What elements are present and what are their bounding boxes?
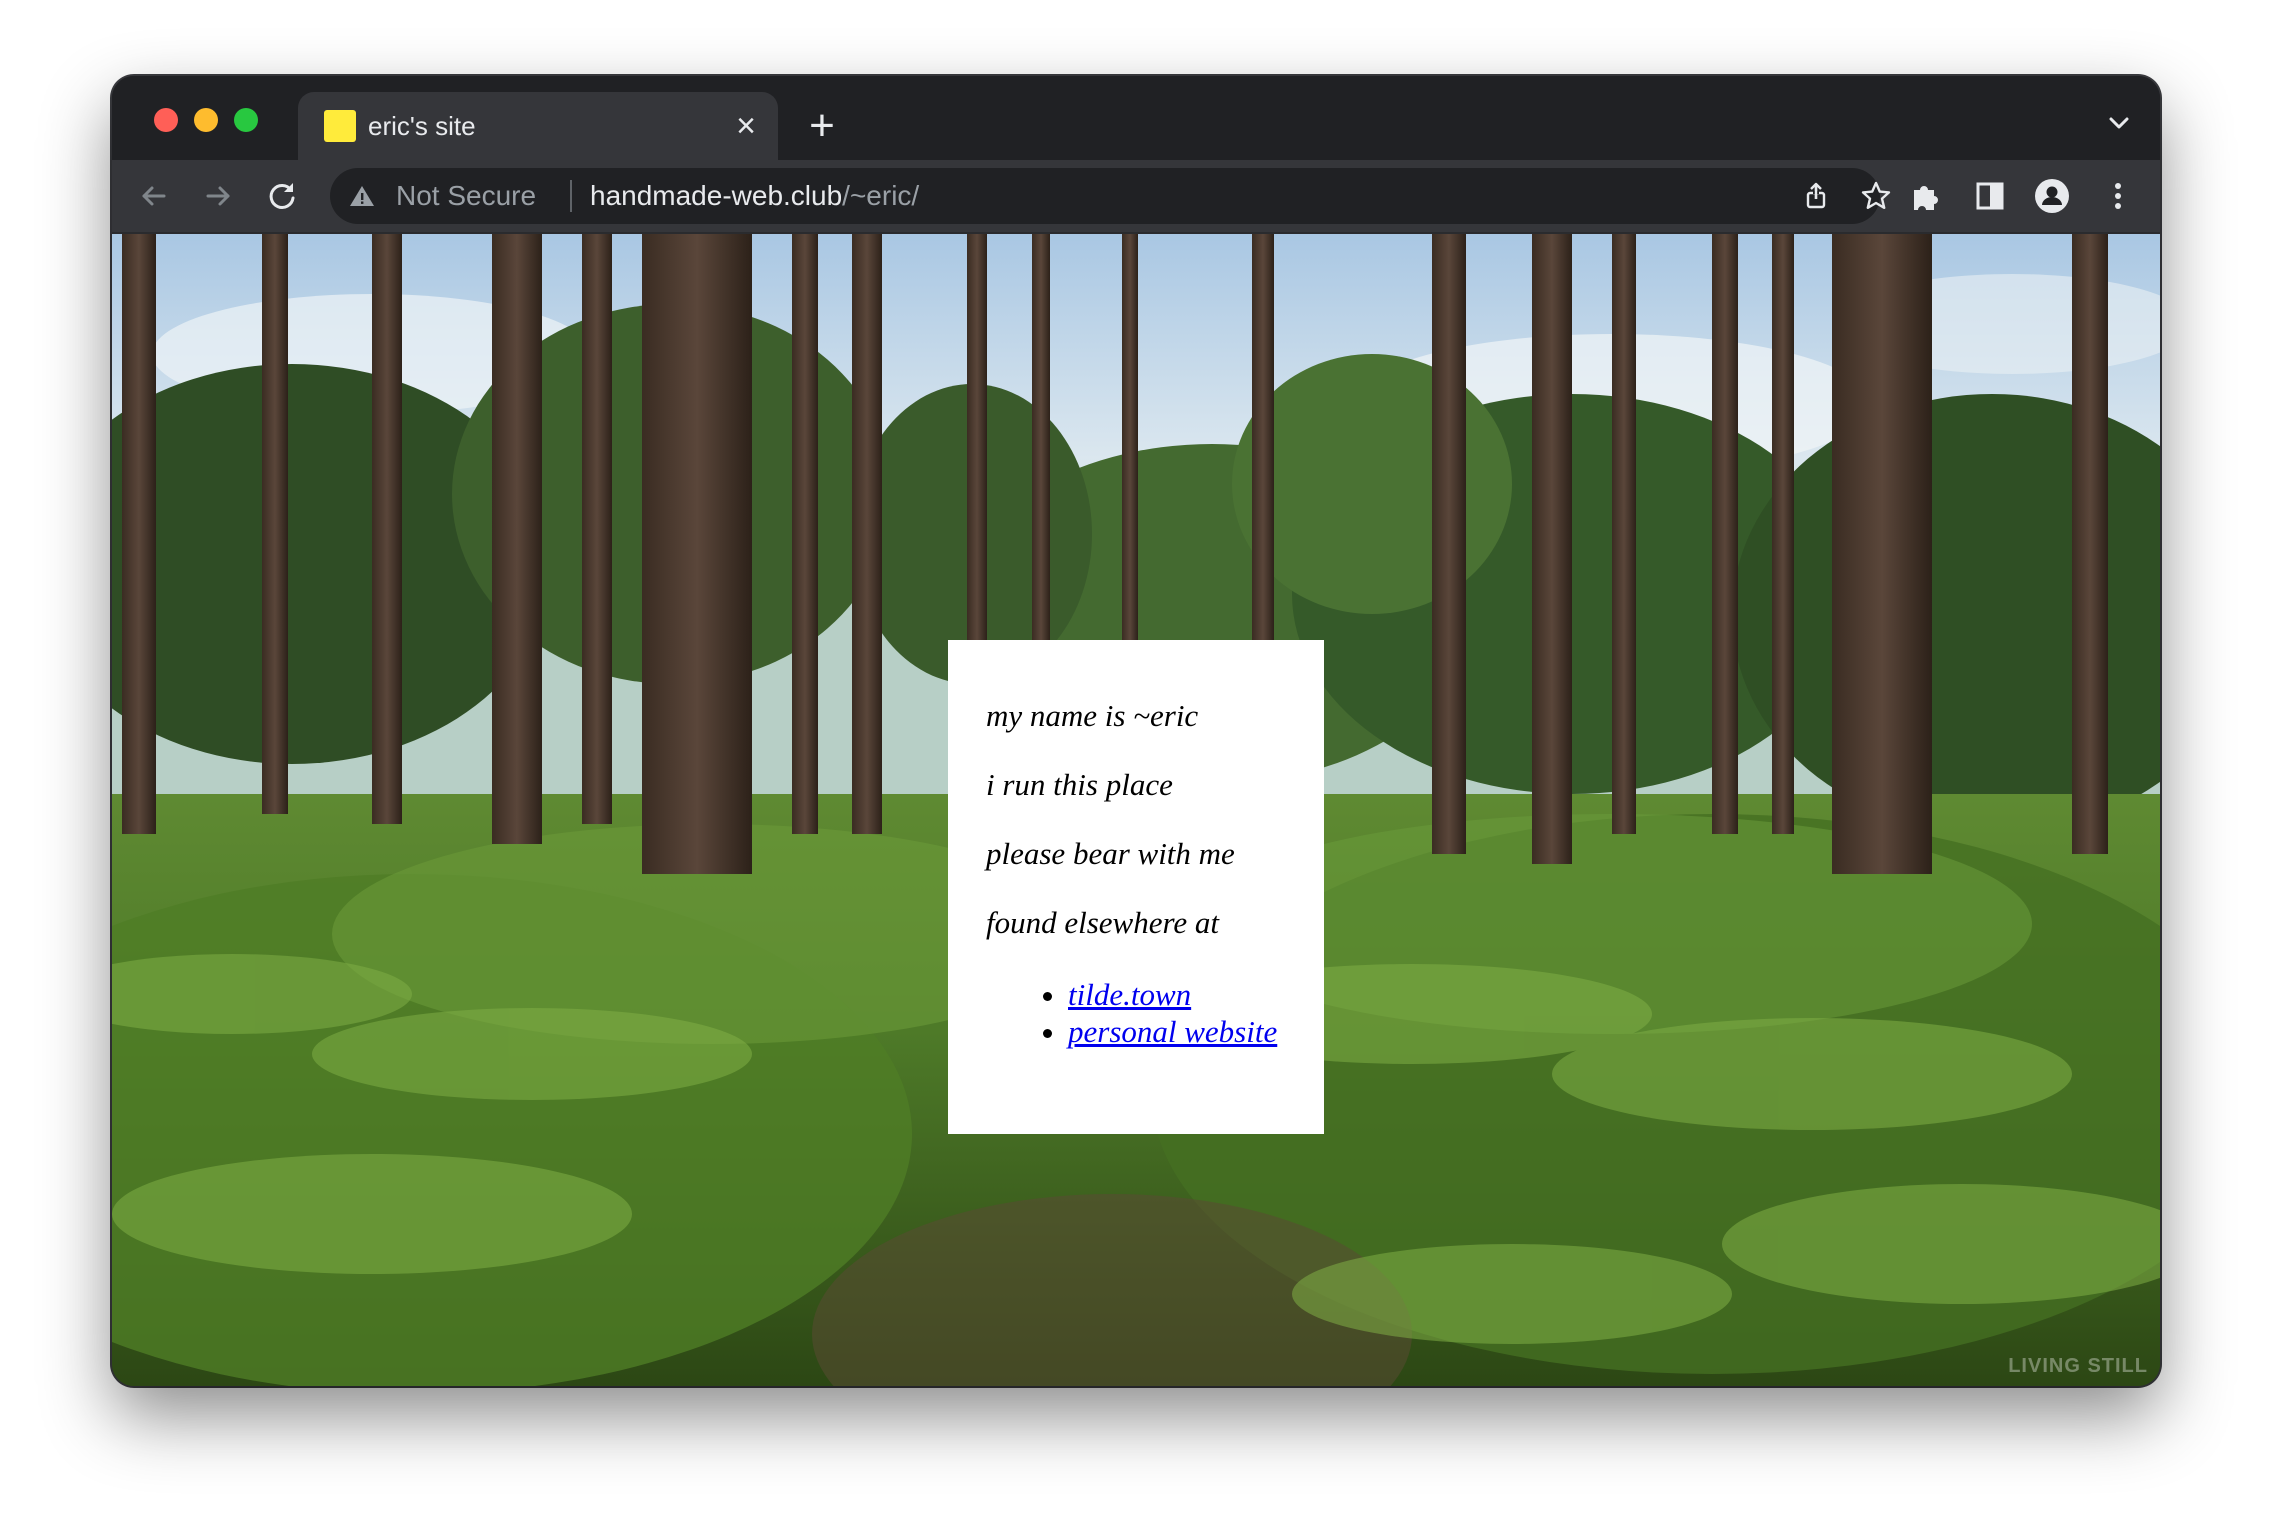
close-icon[interactable]: × (732, 109, 760, 143)
menu-icon[interactable] (2100, 178, 2136, 214)
back-arrow-icon[interactable] (132, 174, 176, 218)
active-tab[interactable]: eric's site × (298, 92, 778, 160)
warning-icon[interactable] (348, 182, 376, 210)
intro-line-2: i run this place (986, 767, 1173, 802)
image-watermark: LIVING STILL (2008, 1355, 2148, 1377)
title-bar: eric's site × + (112, 76, 2160, 160)
url-host: handmade-web.club (590, 180, 843, 211)
intro-card: my name is ~eric i run this place please… (948, 640, 1324, 1134)
reload-icon[interactable] (260, 174, 304, 218)
intro-line-3: please bear with me (986, 836, 1235, 871)
side-panel-icon[interactable] (1972, 178, 2008, 214)
close-window-button[interactable] (154, 108, 178, 132)
url-path: /~eric/ (842, 180, 920, 211)
star-icon[interactable] (1860, 180, 1892, 212)
zoom-window-button[interactable] (234, 108, 258, 132)
tilde-town-link[interactable]: tilde.town (1068, 977, 1191, 1012)
forward-arrow-icon[interactable] (196, 174, 240, 218)
links-list: tilde.town personal website (986, 976, 1294, 1050)
list-item: personal website (1068, 1013, 1294, 1050)
tab-title: eric's site (368, 111, 476, 141)
chevron-down-icon[interactable] (2104, 108, 2134, 138)
browser-toolbar: Not Secure handmade-web.club/~eric/ (112, 160, 2160, 234)
address-separator (570, 180, 572, 212)
personal-website-link[interactable]: personal website (1068, 1014, 1277, 1049)
profile-icon[interactable] (2034, 178, 2070, 214)
share-icon[interactable] (1800, 180, 1832, 212)
intro-line-4: found elsewhere at (986, 905, 1220, 940)
extensions-icon[interactable] (1908, 178, 1944, 214)
address-bar[interactable]: Not Secure handmade-web.club/~eric/ (330, 168, 1891, 224)
page-viewport[interactable]: my name is ~eric i run this place please… (112, 234, 2160, 1386)
list-item: tilde.town (1068, 976, 1294, 1013)
plus-icon[interactable]: + (802, 104, 842, 148)
security-status-label[interactable]: Not Secure (396, 180, 536, 212)
favicon-icon (324, 110, 356, 142)
url-text[interactable]: handmade-web.club/~eric/ (590, 180, 919, 212)
browser-window: eric's site × + Not Secure handmade-web.… (112, 76, 2160, 1386)
minimize-window-button[interactable] (194, 108, 218, 132)
intro-line-1: my name is ~eric (986, 698, 1199, 733)
